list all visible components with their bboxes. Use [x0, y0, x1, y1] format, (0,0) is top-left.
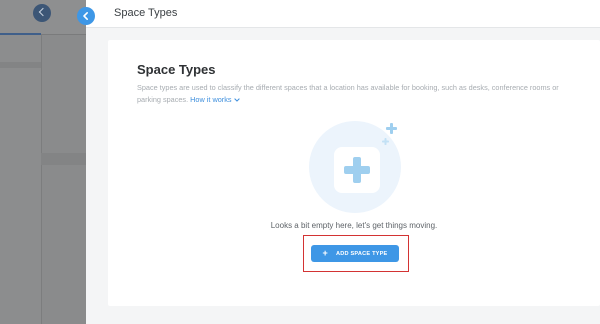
add-space-type-label: ADD SPACE TYPE — [335, 250, 388, 257]
close-panel-button[interactable] — [77, 7, 95, 25]
background-back-icon — [33, 4, 51, 22]
panel-title: Space Types — [114, 7, 178, 19]
empty-state-message: Looks a bit empty here, let's get things… — [270, 221, 438, 230]
background-tab-indicator — [0, 33, 41, 35]
panel-header: Space Types — [86, 0, 600, 28]
add-space-type-button[interactable]: + ADD SPACE TYPE — [311, 245, 399, 262]
card-heading: Space Types — [137, 62, 216, 77]
background-sidebar — [0, 0, 42, 324]
card-description: Space types are used to classify the dif… — [137, 82, 567, 106]
plus-icon: + — [322, 248, 328, 258]
background-divider — [41, 153, 86, 165]
space-types-panel: Space Types Space Types Space types are … — [77, 0, 600, 324]
background-app — [0, 0, 86, 324]
chevron-left-icon — [83, 12, 88, 20]
space-types-card: Space Types Space types are used to clas… — [108, 40, 600, 306]
how-it-works-link[interactable]: How it works — [190, 95, 240, 104]
empty-state-illustration — [309, 121, 401, 213]
how-it-works-label: How it works — [190, 95, 232, 104]
background-divider — [0, 62, 41, 68]
chevron-down-icon — [233, 98, 240, 102]
